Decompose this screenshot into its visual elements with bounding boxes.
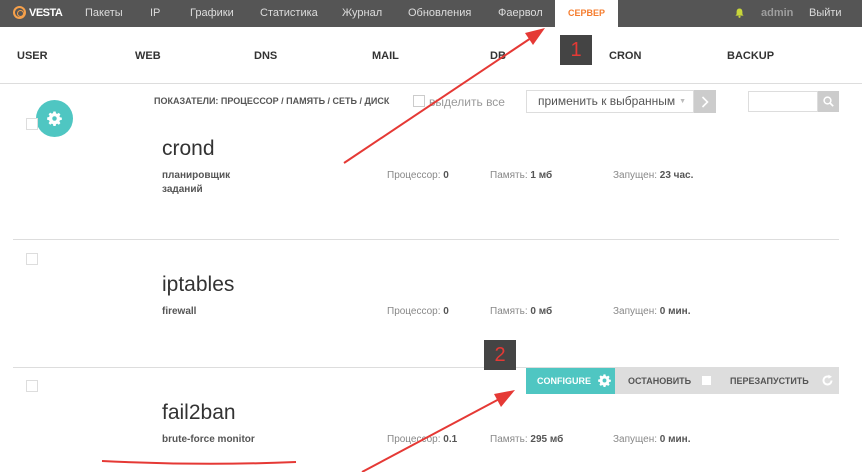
service-cpu: Процессор: 0.1 [387,434,458,445]
stop-label: ОСТАНОВИТЬ [628,376,692,386]
service-cpu: Процессор: 0 [387,306,449,317]
service-description: планировщик заданий [162,170,231,195]
bulk-apply-button[interactable] [694,90,716,113]
service-description: brute-force monitor [162,434,255,445]
row-checkbox[interactable] [26,118,38,130]
annotation-underline [101,460,297,465]
vesta-logo[interactable]: VESTA [13,6,63,19]
secnav-backup[interactable]: BACKUP [727,50,774,62]
service-uptime: Запущен: 0 мин. [613,306,691,317]
topnav-statistics[interactable]: Статистика [260,0,318,27]
search-input[interactable] [748,91,818,112]
stop-button[interactable]: ОСТАНОВИТЬ [615,368,719,394]
annotation-arrowhead-1 [525,28,545,45]
chevron-right-icon [701,95,709,108]
search-button[interactable] [818,91,839,112]
select-all-label[interactable]: выделить все [429,95,505,109]
vesta-logo-icon [13,6,26,19]
topnav-updates[interactable]: Обновления [408,0,471,27]
topnav-log[interactable]: Журнал [342,0,382,27]
stop-icon [702,376,711,385]
secnav-web[interactable]: WEB [135,50,161,62]
logo-text: VESTA [29,6,63,19]
top-navbar: VESTA Пакеты IP Графики Статистика Журна… [0,0,862,27]
service-name[interactable]: iptables [162,273,234,297]
topnav-ip[interactable]: IP [150,0,160,27]
row-divider [13,239,839,240]
topnav-server[interactable]: СЕРВЕР [555,0,618,27]
secnav-cron[interactable]: CRON [609,50,641,62]
service-name[interactable]: fail2ban [162,401,236,425]
service-name[interactable]: crond [162,137,215,161]
secnav-mail[interactable]: MAIL [372,50,399,62]
select-all-checkbox[interactable] [413,95,425,107]
bell-icon[interactable] [735,8,744,18]
service-uptime: Запущен: 0 мин. [613,434,691,445]
service-description: firewall [162,306,197,317]
secnav-dns[interactable]: DNS [254,50,277,62]
service-cpu: Процессор: 0 [387,170,449,181]
annotation-overlay [101,28,545,472]
restart-button[interactable]: ПЕРЕЗАПУСТИТЬ [719,368,839,394]
bulk-action-label: применить к выбранным [538,94,676,108]
configure-button[interactable]: CONFIGURE [526,368,615,394]
user-name[interactable]: admin [761,0,793,27]
logout-link[interactable]: Выйти [809,0,842,27]
topnav-firewall[interactable]: Фаервол [498,0,543,27]
row-checkbox[interactable] [26,380,38,392]
search-icon [823,96,834,107]
service-memory: Память: 1 мб [490,170,553,181]
refresh-icon [822,374,833,386]
settings-button[interactable] [36,100,73,137]
service-uptime: Запущен: 23 час. [613,170,694,181]
annotation-badge-2: 2 [484,340,516,370]
metrics-filter-label[interactable]: ПОКАЗАТЕЛИ: ПРОЦЕССОР / ПАМЯТЬ / СЕТЬ / … [154,96,389,106]
secnav-db[interactable]: DB [490,50,506,62]
service-memory: Память: 0 мб [490,306,553,317]
caret-down-icon: ▼ [679,98,687,106]
gear-icon [598,374,611,387]
gear-icon [47,111,62,126]
annotation-arrowhead-2 [494,390,515,407]
topnav-graphs[interactable]: Графики [190,0,234,27]
secnav-user[interactable]: USER [17,50,48,62]
annotation-badge-1: 1 [560,35,592,65]
row-checkbox[interactable] [26,253,38,265]
secnav-divider [0,83,862,84]
bulk-action-select[interactable]: применить к выбранным ▼ [526,90,694,113]
restart-label: ПЕРЕЗАПУСТИТЬ [730,376,809,386]
configure-label: CONFIGURE [537,376,591,386]
service-memory: Память: 295 мб [490,434,564,445]
vesta-control-panel: VESTA Пакеты IP Графики Статистика Журна… [0,0,862,472]
topnav-packages[interactable]: Пакеты [85,0,123,27]
